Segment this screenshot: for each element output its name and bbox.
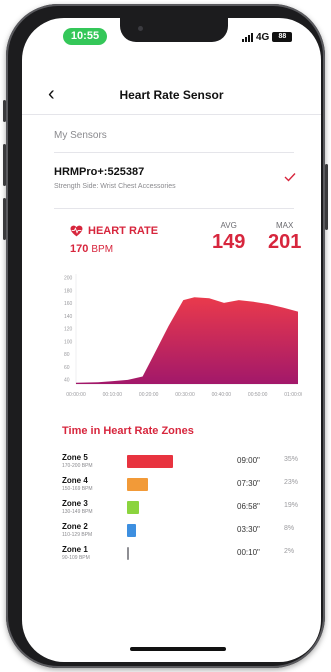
y-tick-label: 140 — [64, 314, 73, 320]
zone-percent: 8% — [284, 525, 295, 532]
x-tick-label: 00:50:00 — [248, 392, 268, 398]
silent-switch — [3, 100, 6, 122]
x-tick-label: 00:40:00 — [212, 392, 232, 398]
app-screen: 10:55 4G 88 ‹ Heart Rate Sensor My Senso… — [22, 18, 321, 662]
camera-dot — [138, 26, 143, 31]
current-heart-rate-unit: BPM — [91, 244, 114, 255]
zone-time: 00:10" — [237, 548, 260, 557]
heart-rate-header: HEART RATE — [70, 225, 158, 237]
max-value: 201 — [268, 231, 302, 253]
sensor-divider — [54, 208, 294, 209]
battery-icon: 88 — [272, 32, 293, 42]
volume-down-button — [3, 198, 6, 240]
heart-rate-label: HEART RATE — [88, 225, 159, 237]
x-tick-label: 00:20:00 — [139, 392, 159, 398]
zone-range: 90-109 BPM — [62, 555, 90, 561]
y-tick-label: 200 — [64, 276, 73, 282]
zone-time: 06:58" — [237, 502, 260, 511]
zone-percent: 2% — [284, 548, 295, 555]
zone-range: 170-200 BPM — [62, 463, 93, 469]
y-tick-label: 100 — [64, 339, 73, 345]
zone-name: Zone 5 — [62, 453, 88, 462]
zone-name: Zone 3 — [62, 499, 88, 508]
avg-value: 149 — [212, 231, 246, 253]
zone-row: Zone 1 90-109 BPM 00:10" 2% — [62, 545, 294, 565]
y-tick-label: 40 — [64, 378, 70, 384]
zone-row: Zone 4 150-169 BPM 07:30" 23% — [62, 476, 298, 496]
sensor-subtitle: Strength Side: Wrist Chest Accessories — [54, 183, 176, 190]
y-tick-label: 80 — [64, 352, 70, 358]
zone-bar — [127, 455, 173, 468]
phone-frame: 10:55 4G 88 ‹ Heart Rate Sensor My Senso… — [3, 4, 328, 668]
zone-bar — [127, 547, 129, 560]
zone-row: Zone 2 110-129 BPM 03:30" 8% — [62, 522, 294, 542]
y-tick-label: 180 — [64, 288, 73, 294]
signal-icon — [242, 32, 253, 42]
heart-rate-chart: 200 180 160 140 120 100 80 60 40 00:00:00 00:10:0… — [64, 274, 302, 398]
zone-bar — [127, 524, 136, 537]
notch — [120, 18, 228, 42]
zone-time: 07:30" — [237, 479, 260, 488]
zone-time: 03:30" — [237, 525, 260, 534]
nav-bar: ‹ Heart Rate Sensor — [22, 84, 321, 106]
zones-title: Time in Heart Rate Zones — [62, 425, 194, 437]
zone-percent: 19% — [284, 502, 299, 509]
zone-name: Zone 1 — [62, 545, 88, 554]
avg-label: AVG — [220, 221, 237, 230]
zone-range: 150-169 BPM — [62, 486, 93, 492]
zone-percent: 23% — [284, 479, 299, 486]
x-tick-label: 00:00:00 — [66, 392, 86, 398]
max-stat: MAX 201 — [268, 221, 301, 253]
x-tick-label: 00:30:00 — [175, 392, 195, 398]
home-indicator[interactable] — [130, 647, 226, 651]
nav-divider — [22, 114, 321, 115]
max-label: MAX — [276, 221, 294, 230]
y-tick-label: 120 — [64, 327, 73, 333]
zone-bar — [127, 501, 139, 514]
heart-rate-area — [76, 297, 298, 384]
network-label: 4G — [256, 31, 270, 43]
current-heart-rate-value: 170 — [70, 243, 89, 255]
zone-row: Zone 5 170-200 BPM 09:00" 35% — [62, 453, 298, 473]
avg-stat: AVG 149 — [212, 221, 245, 253]
current-heart-rate: 170 BPM — [70, 243, 113, 255]
zone-name: Zone 2 — [62, 522, 88, 531]
zone-percent: 35% — [284, 456, 299, 463]
heart-icon — [70, 225, 83, 237]
zone-bar — [127, 478, 148, 491]
power-button — [325, 164, 328, 230]
zone-row: Zone 3 130-149 BPM 06:58" 19% — [62, 499, 298, 519]
y-tick-label: 160 — [64, 301, 73, 307]
x-tick-label: 01:00:00 — [284, 392, 302, 398]
sensors-section-label: My Sensors — [54, 130, 107, 141]
y-tick-label: 60 — [64, 365, 70, 371]
checkmark-icon — [284, 173, 296, 182]
section-divider — [54, 152, 294, 153]
status-time: 10:55 — [63, 28, 107, 45]
volume-up-button — [3, 144, 6, 186]
sensor-name: HRMPro+:525387 — [54, 166, 145, 178]
zone-range: 110-129 BPM — [62, 532, 93, 538]
zone-time: 09:00" — [237, 456, 260, 465]
sensor-item[interactable]: HRMPro+:525387 Strength Side: Wrist Ches… — [54, 166, 296, 198]
zone-name: Zone 4 — [62, 476, 88, 485]
x-tick-label: 00:10:00 — [103, 392, 123, 398]
page-title: Heart Rate Sensor — [119, 88, 224, 102]
zone-range: 130-149 BPM — [62, 509, 93, 515]
status-indicators: 4G 88 — [242, 30, 293, 44]
